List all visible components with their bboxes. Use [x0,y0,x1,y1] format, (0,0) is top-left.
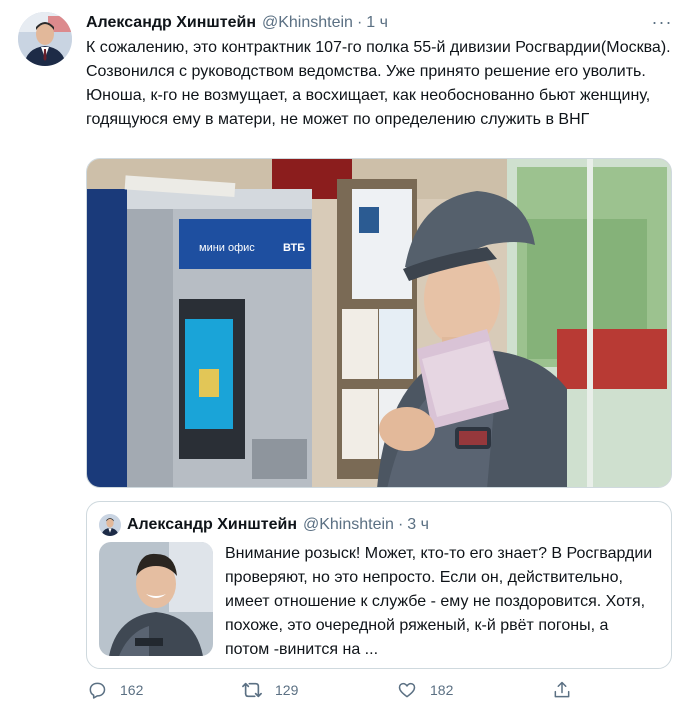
quoted-tweet[interactable]: Александр Хинштейн @Khinshtein · 3 ч Вни… [86,501,672,669]
tweet[interactable]: Александр Хинштейн @Khinshtein · 1 ч ···… [0,0,692,715]
reply-icon [86,679,108,701]
reply-count: 162 [120,682,144,698]
reply-button[interactable]: 162 [86,676,241,704]
retweet-icon [241,679,263,701]
tweet-text: К сожалению, это контрактник 107-го полк… [86,39,671,128]
retweet-count: 129 [275,682,299,698]
quoted-author-handle: @Khinshtein [302,516,394,533]
share-icon [551,679,573,701]
author-name[interactable]: Александр Хинштейн [86,14,256,32]
tweet-photo[interactable]: мини офис ВТБ [86,158,672,488]
quoted-photo [99,542,213,656]
share-button[interactable] [551,676,591,704]
author-handle[interactable]: @Khinshtein [262,14,353,32]
quoted-author-avatar [99,514,121,536]
atm-brand-text: ВТБ [283,242,305,254]
heart-icon [396,679,418,701]
more-options-icon[interactable]: ··· [650,12,674,34]
like-button[interactable]: 182 [396,676,551,704]
like-count: 182 [430,682,454,698]
tweet-actions: 162 129 182 [86,676,676,704]
quoted-separator-dot: · [397,516,404,533]
tweet-header: Александр Хинштейн @Khinshtein · 1 ч [86,12,388,34]
separator-dot: · [356,14,363,31]
quoted-tweet-header: Александр Хинштейн @Khinshtein · 3 ч [127,514,429,536]
quoted-timestamp: 3 ч [407,516,429,533]
quoted-tweet-text: Внимание розыск! Может, кто-то его знает… [225,545,653,658]
quoted-author-name: Александр Хинштейн [127,516,297,533]
tweet-timestamp[interactable]: 1 ч [366,14,388,32]
author-avatar[interactable] [18,12,72,66]
retweet-button[interactable]: 129 [241,676,396,704]
atm-sign-text: мини офис [199,242,255,254]
